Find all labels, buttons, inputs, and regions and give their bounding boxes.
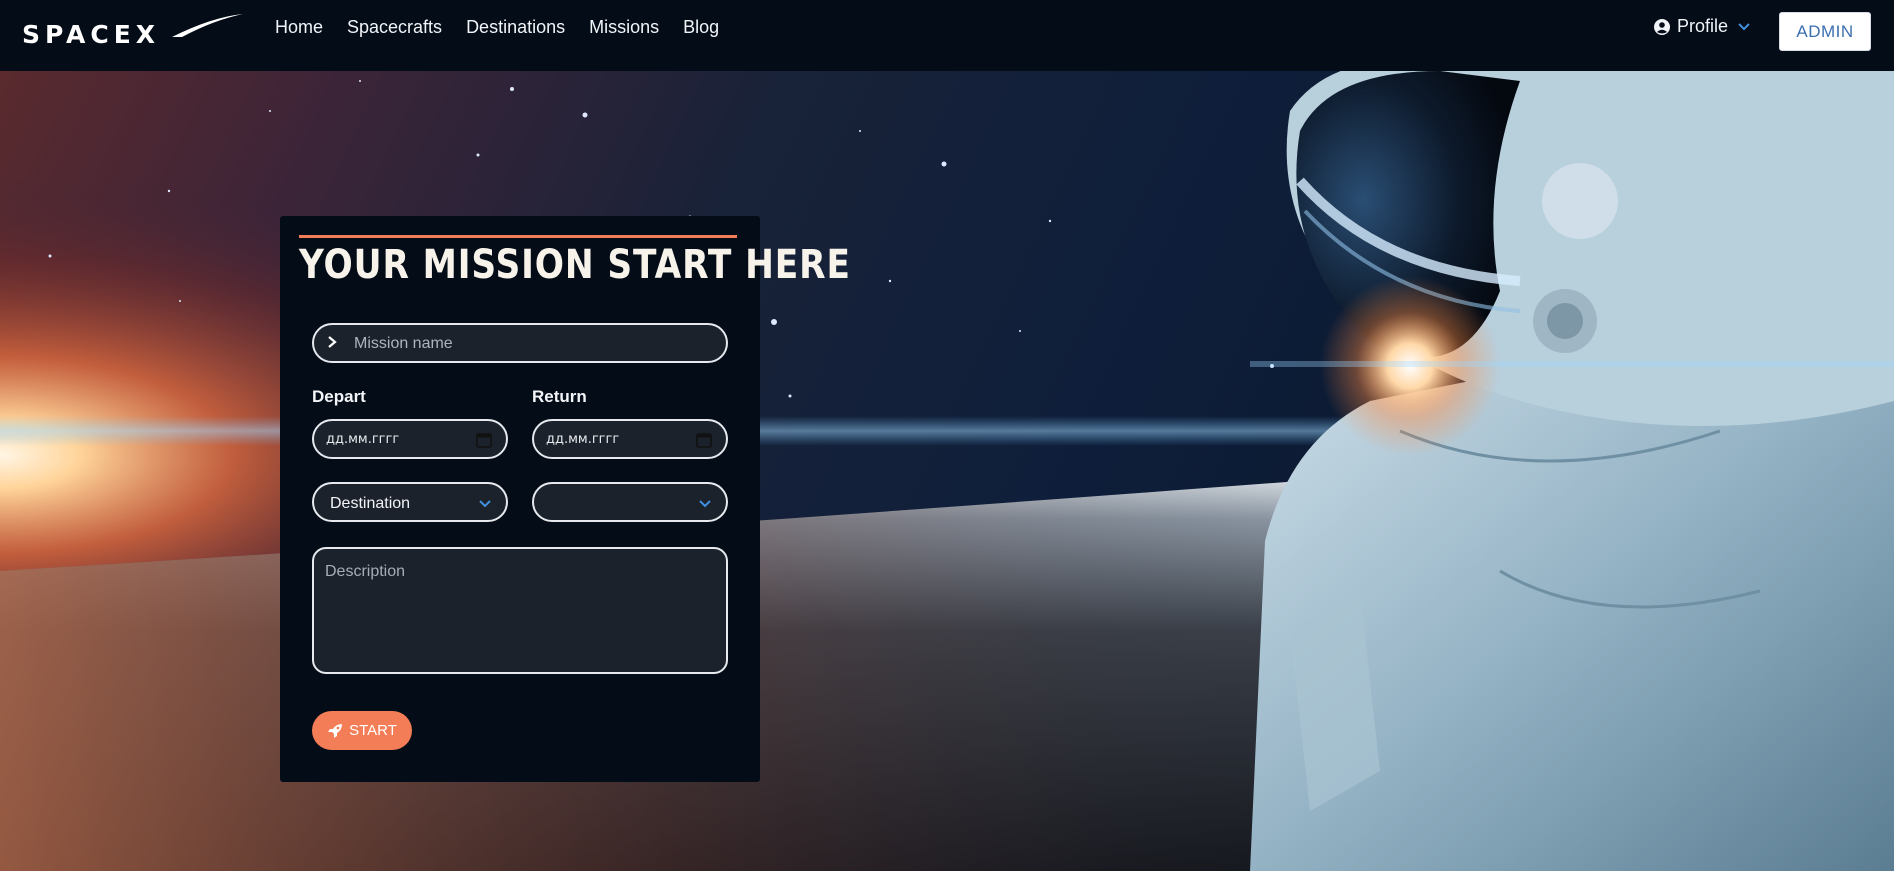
calendar-icon[interactable] — [476, 432, 492, 448]
nav-link-home[interactable]: Home — [275, 16, 323, 38]
secondary-select[interactable] — [532, 482, 728, 522]
profile-label: Profile — [1677, 16, 1729, 36]
depart-date-input[interactable]: дд.мм.гггг — [312, 419, 508, 459]
mission-name-input[interactable]: Mission name — [312, 323, 728, 363]
mission-name-placeholder: Mission name — [354, 335, 453, 352]
spacex-logo[interactable]: SPACEX — [22, 12, 244, 46]
nav-link-spacecrafts[interactable]: Spacecrafts — [347, 16, 442, 38]
svg-text:SPACEX: SPACEX — [22, 20, 160, 46]
top-navbar: SPACEX Home Spacecrafts Destinations Mis… — [0, 0, 1894, 71]
start-mission-button[interactable]: START — [312, 711, 412, 750]
calendar-icon[interactable] — [696, 432, 712, 448]
return-date-value: дд.мм.гггг — [546, 432, 620, 447]
chevron-right-icon — [328, 336, 337, 348]
admin-button[interactable]: ADMIN — [1779, 12, 1871, 51]
chevron-down-icon — [699, 500, 711, 508]
title-accent-rule — [299, 235, 737, 238]
user-circle-icon — [1654, 18, 1670, 35]
main-nav: Home Spacecrafts Destinations Missions B… — [275, 16, 743, 38]
description-placeholder: Description — [325, 563, 406, 580]
nav-link-blog[interactable]: Blog — [683, 16, 719, 38]
destination-select[interactable]: Destination — [312, 482, 508, 522]
depart-date-value: дд.мм.гггг — [326, 432, 400, 447]
return-date-input[interactable]: дд.мм.гггг — [532, 419, 728, 459]
mission-form-panel: YOUR MISSION START HERE Mission name Dep… — [280, 216, 851, 782]
nav-link-missions[interactable]: Missions — [589, 16, 659, 38]
description-textarea[interactable]: Description — [312, 547, 728, 674]
chevron-down-icon — [479, 500, 491, 508]
chevron-down-icon — [1738, 22, 1750, 30]
mission-form-title: YOUR MISSION START HERE — [299, 242, 851, 288]
depart-label: Depart — [312, 387, 366, 406]
return-label: Return — [532, 387, 587, 406]
rocket-icon — [328, 723, 343, 738]
hero-section: YOUR MISSION START HERE Mission name Dep… — [0, 71, 1894, 871]
nav-link-destinations[interactable]: Destinations — [466, 16, 565, 38]
start-button-label: START — [349, 722, 397, 739]
destination-select-value: Destination — [330, 495, 411, 512]
profile-dropdown[interactable]: Profile — [1654, 16, 1751, 37]
